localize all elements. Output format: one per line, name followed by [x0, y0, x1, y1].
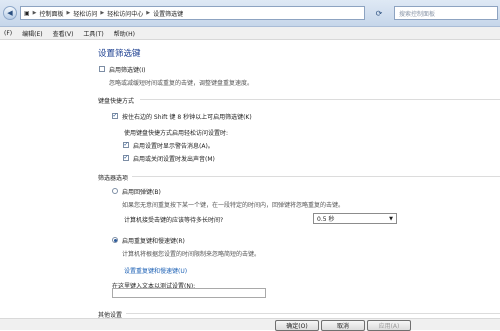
search-input[interactable]: 搜索控制面板: [394, 6, 498, 20]
repeat-keys-radio[interactable]: [112, 237, 118, 243]
wait-time-value: 0.5 秒: [317, 216, 335, 223]
bounce-keys-description: 如果您无意间重复按下某一个键，在一段特定的时间内，回弹键将忽略重复的击键。: [122, 202, 345, 209]
apply-button[interactable]: 应用(A): [367, 320, 411, 331]
crumb-ease-of-access[interactable]: 轻松访问: [73, 9, 97, 18]
check-icon: ✓: [123, 154, 129, 161]
control-panel-icon: ▣: [24, 9, 30, 17]
warning-message-label[interactable]: 启用设置时显示警告消息(A)。: [133, 141, 214, 150]
search-placeholder: 搜索控制面板: [399, 10, 436, 18]
sound-label[interactable]: 启用或关闭设置时发出声音(M): [133, 154, 215, 163]
shortcut-section-heading: 键盘快捷方式: [98, 98, 135, 105]
section-divider: [140, 99, 500, 100]
page-title: 设置筛选键: [98, 49, 141, 59]
wait-time-question: 计算机接受击键的应该等待多长时间?: [124, 217, 224, 224]
chevron-right-icon: ▶: [32, 10, 37, 16]
enable-filter-keys-description: 忽略或减缓短时间或重复的击键，调整键盘重复速度。: [109, 80, 254, 87]
crumb-filter-keys[interactable]: 设置筛选键: [153, 9, 183, 18]
menu-tools[interactable]: 工具(T): [83, 29, 103, 38]
back-arrow-icon: ◀: [7, 9, 13, 17]
section-divider: [132, 176, 500, 177]
shortcut-option-label[interactable]: 按住右边的 Shift 键 8 秒钟以上可启用筛选键(K): [122, 112, 252, 121]
dropdown-arrow-icon: ▼: [389, 215, 393, 222]
menu-view[interactable]: 查看(V): [53, 29, 74, 38]
check-icon: ✓: [123, 141, 129, 148]
wait-time-select[interactable]: 0.5 秒 ▼: [313, 213, 397, 224]
enable-filter-keys-label[interactable]: 启用筛选键(I): [109, 65, 145, 74]
repeat-keys-label[interactable]: 启用重复键和慢速键(R): [122, 236, 185, 245]
menu-file[interactable]: (F): [4, 30, 12, 37]
filter-section-heading: 筛选器选项: [98, 175, 129, 182]
radio-selected-dot: [113, 238, 117, 242]
chevron-right-icon: ▶: [146, 10, 151, 16]
menu-help[interactable]: 帮助(H): [114, 29, 135, 38]
chevron-right-icon: ▶: [100, 10, 105, 16]
enable-filter-keys-checkbox[interactable]: [99, 66, 105, 72]
refresh-icon: ⟳: [375, 8, 383, 18]
breadcrumb[interactable]: ▣ ▶ 控制面板 ▶ 轻松访问 ▶ 轻松访问中心 ▶ 设置筛选键: [20, 6, 365, 20]
menu-bar: (F) 编辑(E) 查看(V) 工具(T) 帮助(H): [0, 27, 500, 40]
cancel-button[interactable]: 取消: [321, 320, 365, 331]
ok-button[interactable]: 确定(O): [275, 320, 319, 331]
chevron-right-icon: ▶: [66, 10, 71, 16]
bounce-keys-radio[interactable]: [112, 188, 118, 194]
button-bar: [0, 318, 500, 330]
test-text-input[interactable]: [112, 288, 266, 298]
section-divider: [126, 313, 500, 314]
shortcut-checkbox[interactable]: ✓: [112, 113, 118, 119]
bounce-keys-label[interactable]: 启用回弹键(B): [122, 187, 161, 196]
repeat-keys-settings-link[interactable]: 设置重复键和慢速键(U): [124, 266, 187, 275]
menu-edit[interactable]: 编辑(E): [22, 29, 42, 38]
shortcut-sub-label: 使用键盘快捷方式启用轻松访问设置时:: [124, 130, 229, 137]
crumb-ease-of-access-center[interactable]: 轻松访问中心: [107, 9, 143, 18]
back-button[interactable]: ◀: [3, 6, 17, 20]
warning-message-checkbox[interactable]: ✓: [123, 142, 129, 148]
crumb-control-panel[interactable]: 控制面板: [40, 9, 64, 18]
refresh-button[interactable]: ⟳: [370, 6, 388, 20]
sound-checkbox[interactable]: ✓: [123, 155, 129, 161]
check-icon: ✓: [112, 112, 118, 119]
repeat-keys-description: 计算机将根据您设置的时间限制来忽略简短的击键。: [122, 251, 261, 258]
